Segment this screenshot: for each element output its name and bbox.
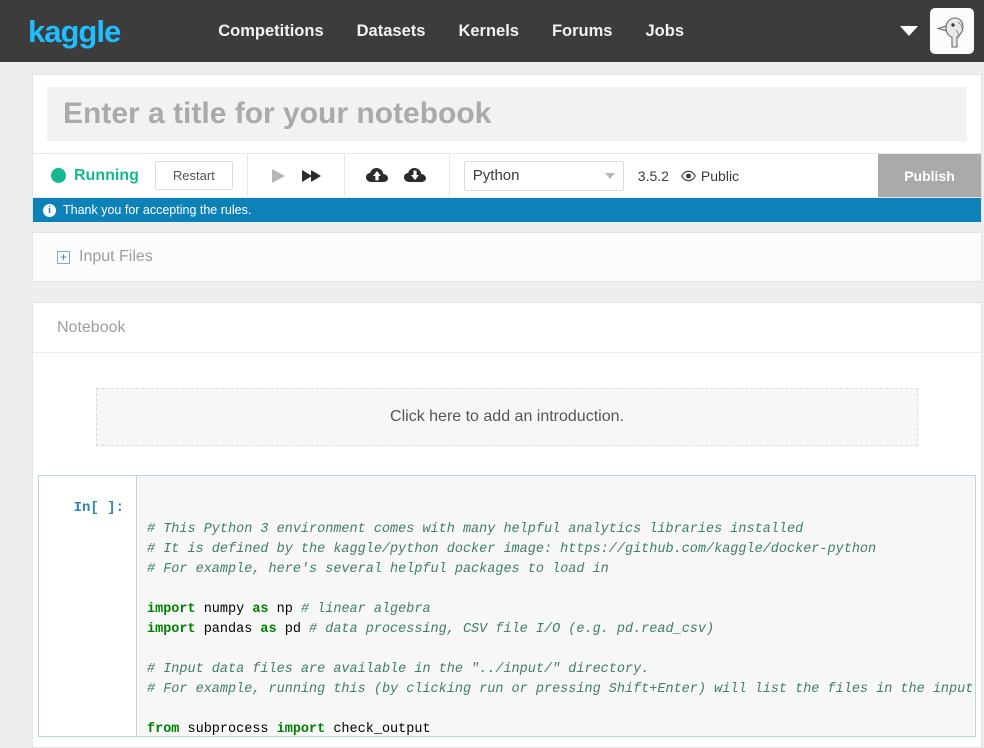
nav-item-forums[interactable]: Forums xyxy=(552,22,613,41)
plus-box-icon[interactable]: + xyxy=(57,250,70,264)
site-header: kaggle Competitions Datasets Kernels For… xyxy=(0,0,984,62)
code-line: # This Python 3 environment comes with m… xyxy=(147,522,804,537)
eye-icon xyxy=(681,170,696,182)
notebook-label: Notebook xyxy=(57,318,126,336)
editor-panel: Running Restart xyxy=(32,74,982,222)
rules-accepted-banner: i Thank you for accepting the rules. xyxy=(33,198,981,222)
run-controls-group xyxy=(248,154,345,197)
notebook-body: Click here to add an introduction. In[ ]… xyxy=(33,352,981,737)
kaggle-logo[interactable]: kaggle xyxy=(28,16,121,47)
publish-button[interactable]: Publish xyxy=(878,154,981,197)
fast-forward-icon[interactable] xyxy=(294,166,330,186)
language-select-value: Python xyxy=(472,167,520,184)
input-files-header[interactable]: + Input Files xyxy=(33,233,981,281)
cell-prompt-label: In[ ]: xyxy=(39,476,136,736)
code-line: import numpy as np # linear algebra xyxy=(147,602,431,617)
notebook-title-input[interactable] xyxy=(47,87,967,141)
notebook-card: Notebook Click here to add an introducti… xyxy=(32,302,982,748)
info-icon: i xyxy=(43,203,56,217)
status-indicator-dot xyxy=(51,168,66,183)
nav-item-competitions[interactable]: Competitions xyxy=(218,22,323,41)
cloud-download-icon[interactable] xyxy=(397,166,435,186)
editor-toolbar: Running Restart Python 3.5.2 Public Publ… xyxy=(33,153,981,198)
code-line: # Input data files are available in the … xyxy=(147,662,650,677)
language-version-group: Python 3.5.2 Public xyxy=(450,154,753,197)
cloud-controls-group xyxy=(345,154,450,197)
chevron-down-icon xyxy=(604,172,615,179)
banner-text: Thank you for accepting the rules. xyxy=(63,203,252,217)
chevron-down-icon[interactable] xyxy=(900,26,918,36)
input-files-card[interactable]: + Input Files xyxy=(32,232,982,282)
header-right-controls xyxy=(900,0,974,62)
code-line: from subprocess import check_output xyxy=(147,722,431,736)
code-editor-area[interactable]: # This Python 3 environment comes with m… xyxy=(136,476,975,736)
restart-button[interactable]: Restart xyxy=(154,161,233,190)
input-files-label: Input Files xyxy=(79,248,153,265)
python-version-label: 3.5.2 xyxy=(637,167,669,184)
nav-item-datasets[interactable]: Datasets xyxy=(357,22,426,41)
play-icon[interactable] xyxy=(262,166,294,186)
kernel-status-label: Running xyxy=(74,166,139,184)
main-nav: Competitions Datasets Kernels Forums Job… xyxy=(218,22,684,41)
cloud-upload-icon[interactable] xyxy=(359,166,397,186)
introduction-placeholder[interactable]: Click here to add an introduction. xyxy=(96,388,918,446)
nav-item-jobs[interactable]: Jobs xyxy=(645,22,684,41)
code-line: # For example, here's several helpful pa… xyxy=(147,562,609,577)
code-line: # For example, running this (by clicking… xyxy=(147,682,975,697)
avatar[interactable] xyxy=(930,8,974,54)
visibility-label: Public xyxy=(700,167,740,184)
notebook-title-wrapper xyxy=(33,75,981,141)
code-line: # It is defined by the kaggle/python doc… xyxy=(147,542,877,557)
kernel-status-group: Running Restart xyxy=(33,154,248,197)
nav-item-kernels[interactable]: Kernels xyxy=(458,22,519,41)
language-select[interactable]: Python xyxy=(463,160,624,191)
code-cell[interactable]: In[ ]: # This Python 3 environment comes… xyxy=(38,475,976,737)
user-avatar-bird-icon xyxy=(935,13,969,49)
notebook-header: Notebook xyxy=(33,303,981,352)
code-line: import pandas as pd # data processing, C… xyxy=(147,622,715,637)
